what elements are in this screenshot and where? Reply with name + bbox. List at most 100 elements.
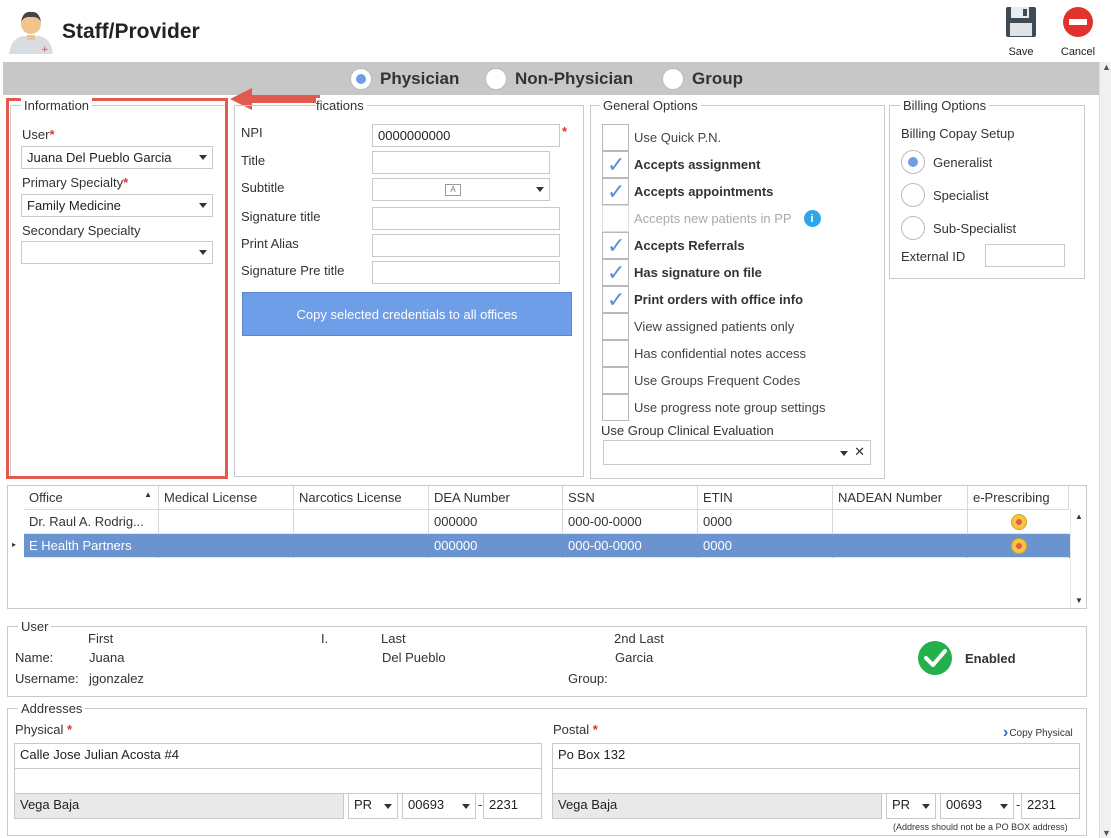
signature-title-input[interactable] — [372, 207, 560, 230]
checkbox[interactable] — [602, 124, 629, 151]
table-cell: 000-00-0000 — [563, 534, 698, 558]
first-name-value: Juana — [89, 650, 125, 665]
table-cell: 0000 — [698, 510, 833, 534]
general-option-item[interactable]: Use Groups Frequent Codes — [602, 367, 800, 394]
postal-line1-input[interactable]: Po Box 132 — [552, 743, 1080, 769]
print-alias-input[interactable] — [372, 234, 560, 257]
physical-city-input[interactable]: Vega Baja — [14, 793, 344, 819]
radio-physician[interactable]: Physician — [350, 66, 459, 92]
physical-line1-input[interactable]: Calle Jose Julian Acosta #4 — [14, 743, 542, 769]
table-cell — [159, 510, 294, 534]
second-last-name-value: Garcia — [615, 650, 654, 665]
secondary-specialty-select[interactable] — [21, 241, 213, 264]
checkbox[interactable] — [602, 367, 629, 394]
table-scrollbar[interactable]: ▲ ▼ — [1070, 509, 1086, 608]
info-icon[interactable]: i — [803, 210, 821, 227]
radio-label: Group — [692, 69, 743, 88]
general-option-item[interactable]: View assigned patients only — [602, 313, 794, 340]
checkbox[interactable]: ✓ — [602, 286, 629, 313]
external-id-label: External ID — [901, 249, 966, 264]
general-option-item[interactable]: ✓ Print orders with office info — [602, 286, 803, 313]
checkbox-label: Use progress note group settings — [634, 400, 826, 415]
save-icon — [1006, 7, 1036, 37]
column-header[interactable]: SSN — [563, 486, 698, 510]
zip-separator: - — [478, 797, 483, 812]
primary-specialty-select[interactable]: Family Medicine — [21, 194, 213, 217]
column-header[interactable]: DEA Number — [429, 486, 563, 510]
warning-icon[interactable] — [1010, 537, 1027, 554]
table-cell: 000000 — [429, 510, 563, 534]
cancel-icon — [1063, 7, 1093, 37]
checkbox[interactable] — [602, 340, 629, 367]
radio-generalist[interactable]: Generalist — [901, 149, 992, 175]
postal-zip-value: 00693 — [946, 797, 983, 812]
chevron-down-icon — [462, 804, 470, 809]
postal-line2-input[interactable] — [552, 768, 1080, 794]
column-header-label: Office — [29, 490, 63, 505]
postal-state-value: PR — [892, 797, 911, 812]
radio-specialist[interactable]: Specialist — [901, 182, 989, 208]
required-marker: * — [562, 124, 568, 139]
radio-non-physician[interactable]: Non-Physician — [485, 66, 633, 92]
general-option-item[interactable]: ✓ Accepts assignment — [602, 151, 760, 178]
general-option-item[interactable]: ✓ Has signature on file — [602, 259, 762, 286]
signature-pre-title-input[interactable] — [372, 261, 560, 284]
column-header[interactable]: Narcotics License — [294, 486, 429, 510]
copy-physical-button[interactable]: › Copy Physical — [1003, 724, 1073, 742]
column-header[interactable]: NADEAN Number — [833, 486, 968, 510]
save-button[interactable]: Save — [999, 4, 1043, 58]
general-option-item[interactable]: ✓ Accepts appointments — [602, 178, 773, 205]
warning-icon[interactable] — [1010, 513, 1027, 530]
radio-dot — [901, 150, 925, 174]
physical-state-select[interactable]: PR — [348, 793, 398, 819]
postal-zip4-input[interactable]: 2231 — [1021, 793, 1080, 819]
checkbox-label: Accepts new patients in PP — [634, 211, 792, 226]
zip-separator: - — [1016, 797, 1021, 812]
column-header[interactable]: ETIN — [698, 486, 833, 510]
title-input[interactable] — [372, 151, 550, 174]
column-header[interactable]: Office ▲ — [24, 486, 159, 510]
first-col-label: First — [88, 631, 114, 646]
general-option-item[interactable]: Accepts new patients in PP i — [602, 205, 821, 232]
address-note: (Address should not be a PO BOX address) — [893, 822, 1068, 832]
clear-icon[interactable]: ✕ — [854, 444, 865, 460]
column-header[interactable]: Medical License — [159, 486, 294, 510]
checkbox[interactable]: ✓ — [602, 232, 629, 259]
general-option-item[interactable]: ✓ Accepts Referrals — [602, 232, 745, 259]
column-header[interactable]: e-Prescribing — [968, 486, 1069, 510]
postal-state-select[interactable]: PR — [886, 793, 936, 819]
second-last-col-label: 2nd Last — [614, 631, 664, 646]
svg-text:+: + — [41, 45, 49, 54]
radio-group[interactable]: Group — [662, 66, 743, 92]
subtitle-label: Subtitle — [241, 180, 285, 195]
general-option-item[interactable]: Use Quick P.N. — [602, 124, 721, 151]
general-option-item[interactable]: Use progress note group settings — [602, 394, 826, 421]
chevron-down-icon — [840, 451, 848, 456]
print-alias-label: Print Alias — [241, 236, 299, 251]
checkbox[interactable]: ✓ — [602, 178, 629, 205]
vertical-scrollbar[interactable]: ▲ ▼ — [1099, 62, 1111, 838]
checkbox[interactable]: ✓ — [602, 151, 629, 178]
copy-credentials-button[interactable]: Copy selected credentials to all offices — [242, 292, 572, 336]
physical-line2-input[interactable] — [14, 768, 542, 794]
postal-zip-select[interactable]: 00693 — [940, 793, 1014, 819]
checkbox[interactable] — [602, 313, 629, 340]
chevron-down-icon — [384, 804, 392, 809]
physical-zip-select[interactable]: 00693 — [402, 793, 476, 819]
checkbox[interactable] — [602, 205, 629, 232]
cancel-label: Cancel — [1060, 46, 1096, 58]
external-id-input[interactable] — [985, 244, 1065, 267]
checkbox[interactable]: ✓ — [602, 259, 629, 286]
general-option-item[interactable]: Has confidential notes access — [602, 340, 806, 367]
radio-label: Specialist — [933, 187, 989, 203]
user-select[interactable]: Juana Del Pueblo Garcia — [21, 146, 213, 169]
subtitle-select[interactable]: A — [372, 178, 550, 201]
radio-sub-specialist[interactable]: Sub-Specialist — [901, 215, 1016, 241]
cancel-button[interactable]: Cancel — [1056, 4, 1100, 58]
physical-zip4-input[interactable]: 2231 — [483, 793, 542, 819]
chevron-down-icon — [199, 250, 207, 255]
npi-input[interactable]: 0000000000 — [372, 124, 560, 147]
checkbox[interactable] — [602, 394, 629, 421]
postal-city-input[interactable]: Vega Baja — [552, 793, 882, 819]
clinical-eval-select[interactable]: ✕ — [603, 440, 871, 465]
